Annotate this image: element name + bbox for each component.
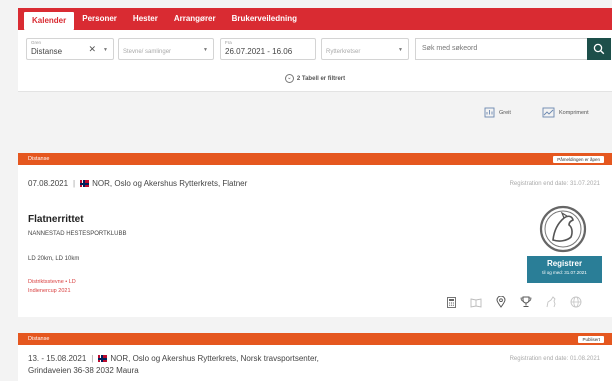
club-logo-icon <box>539 205 587 253</box>
clear-icon[interactable]: ✕ <box>88 44 96 55</box>
event-card[interactable]: Distanse Publisert 13. - 15.08.2021 | NO… <box>18 333 612 381</box>
rytterkrets-filter-select[interactable]: Rytterkretser ▼ <box>321 38 409 60</box>
search-input[interactable]: Søk med søkeord <box>415 38 587 60</box>
book-icon[interactable] <box>470 296 482 308</box>
stevner-filter-placeholder: Stevne/ samlinger <box>123 49 172 55</box>
event-date-location: 07.08.2021 | NOR, Oslo og Akershus Rytte… <box>28 179 247 188</box>
grid-view-label: Greit <box>499 109 511 116</box>
event-card[interactable]: Distanse Påmeldingen er åpen 07.08.2021 … <box>18 153 612 317</box>
date-filter-value: 26.07.2021 - 16.06 <box>225 47 293 56</box>
compact-view-icon <box>542 107 555 118</box>
event-action-icons <box>445 296 582 308</box>
registration-end-date: Registration end date: 31.07.2021 <box>509 181 600 187</box>
type-filter-select[interactable]: Gren Distanse ✕ ▼ <box>26 38 114 60</box>
date-filter-field[interactable]: Fra 26.07.2021 - 16.06 <box>220 38 316 60</box>
event-location: NOR, Oslo og Akershus Rytterkrets, Flatn… <box>92 179 248 188</box>
event-type: Distanse <box>28 336 50 342</box>
location-pin-icon[interactable] <box>495 296 507 308</box>
registration-end-date: Registration end date: 01.08.2021 <box>509 356 600 362</box>
calculator-icon[interactable] <box>445 296 457 308</box>
event-date: 07.08.2021 <box>28 179 69 188</box>
filter-panel: Gren Distanse ✕ ▼ Stevne/ samlinger ▼ Fr… <box>18 30 612 92</box>
type-filter-value: Distanse <box>31 47 63 56</box>
nav-item-personer[interactable]: Personer <box>74 8 125 30</box>
caret-down-icon: ▼ <box>398 47 403 53</box>
event-cup-tag: Indienercup 2021 <box>28 288 71 294</box>
grid-view-icon <box>484 107 495 118</box>
compact-view-button[interactable]: Kompriment <box>542 107 589 118</box>
globe-icon[interactable] <box>570 296 582 308</box>
register-deadline: til og med: 31.07.2021 <box>542 270 587 275</box>
divider: | <box>73 179 76 188</box>
main-nav: Kalender Personer Hester Arrangører Bruk… <box>18 8 612 30</box>
nav-item-arrangorer[interactable]: Arrangører <box>166 8 224 30</box>
nav-item-hester[interactable]: Hester <box>125 8 166 30</box>
grid-view-button[interactable]: Greit <box>484 107 511 118</box>
search-button[interactable] <box>587 38 611 60</box>
divider: | <box>91 354 94 363</box>
event-type: Distanse <box>28 156 50 162</box>
register-button[interactable]: Registrer til og med: 31.07.2021 <box>527 256 602 283</box>
rytterkrets-filter-placeholder: Rytterkretser <box>326 49 361 55</box>
event-card-header: Distanse Publisert <box>18 333 612 345</box>
event-card-header: Distanse Påmeldingen er åpen <box>18 153 612 165</box>
event-category-tag: Distriktsstevne • LD <box>28 279 76 285</box>
status-badge: Påmeldingen er åpen <box>553 155 604 163</box>
event-date-location: 13. - 15.08.2021 | NOR, Oslo og Akershus… <box>28 354 319 363</box>
event-club: NANNESTAD HESTESPORTKLUBB <box>28 231 127 237</box>
nav-item-kalender[interactable]: Kalender <box>24 12 75 30</box>
filter-toggle[interactable]: ⌄ 2 Tabell er filtrert <box>18 74 612 83</box>
caret-down-icon: ▼ <box>203 47 208 53</box>
register-label: Registrer <box>546 259 583 268</box>
filter-toggle-label: 2 Tabell er filtrert <box>296 75 346 82</box>
event-location: NOR, Oslo og Akershus Rytterkrets, Norsk… <box>110 354 319 363</box>
compact-view-label: Kompriment <box>559 109 589 116</box>
chevron-down-icon: ⌄ <box>284 74 294 83</box>
nav-item-brukerveiledning[interactable]: Brukerveiledning <box>224 8 305 30</box>
norway-flag-icon <box>98 355 108 362</box>
status-badge: Publisert <box>578 335 604 343</box>
event-distances: LD 20km, LD 10km <box>28 256 80 262</box>
caret-down-icon: ▼ <box>103 47 108 53</box>
trophy-icon[interactable] <box>520 296 532 308</box>
event-address: Grindaveien 36-38 2032 Maura <box>28 366 139 375</box>
stevner-filter-select[interactable]: Stevne/ samlinger ▼ <box>118 38 214 60</box>
search-icon <box>593 43 605 55</box>
event-title[interactable]: Flatnerrittet <box>28 214 84 225</box>
event-date: 13. - 15.08.2021 <box>28 354 87 363</box>
horse-icon[interactable] <box>545 296 557 308</box>
norway-flag-icon <box>80 180 90 187</box>
